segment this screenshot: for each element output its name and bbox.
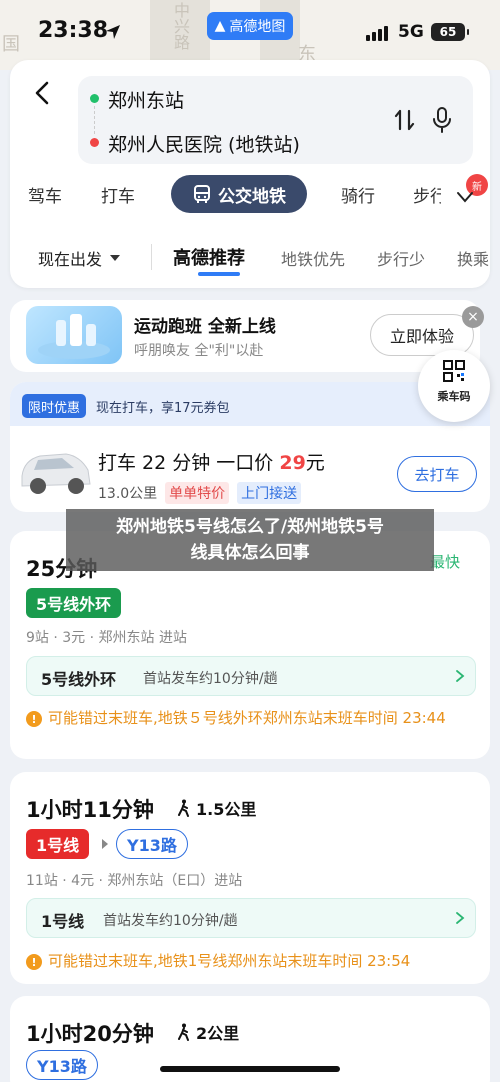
taxi-distance: 13.0公里 bbox=[98, 486, 158, 502]
ride-code-button[interactable]: 乘车码 bbox=[418, 350, 490, 422]
route-preference-tabs: 现在出发 高德推荐 地铁优先 步行少 换乘 bbox=[10, 238, 490, 278]
taxi-info: 13.0公里 单单特价 上门接送 bbox=[98, 482, 302, 504]
back-icon[interactable] bbox=[28, 78, 58, 108]
transfer-arrow-icon bbox=[102, 839, 108, 849]
promo-title: 运动跑班 全新上线 bbox=[134, 317, 276, 337]
bus-badge: Y13路 bbox=[116, 829, 188, 859]
warning-icon: ! bbox=[26, 954, 42, 970]
network-type: 5G bbox=[398, 22, 424, 42]
route-search-card: 郑州东站 郑州人民医院 (地铁站) 驾车 打车 公交地铁 骑行 步行 新 现在出… bbox=[10, 60, 490, 288]
active-tab-indicator bbox=[198, 272, 240, 276]
tab-taxi[interactable]: 打车 bbox=[101, 182, 135, 207]
route-detail-row[interactable]: 5号线外环 首站发车约10分钟/趟 bbox=[26, 656, 476, 696]
line-badge: 5号线外环 bbox=[26, 588, 122, 618]
chevron-down-icon[interactable] bbox=[456, 190, 474, 204]
detail-line-name: 5号线外环 bbox=[41, 670, 117, 689]
limited-offer-badge: 限时优惠 bbox=[22, 394, 87, 418]
swap-icon[interactable] bbox=[392, 107, 418, 133]
destination-dot-icon bbox=[90, 138, 99, 147]
route-meta: 11站 · 4元 · 郑州东站（E口）进站 bbox=[26, 873, 243, 889]
divider bbox=[151, 244, 152, 270]
taxi-price: 29 bbox=[279, 452, 306, 474]
detail-line-name: 1号线 bbox=[41, 912, 85, 931]
taxi-price-unit: 元 bbox=[305, 452, 325, 474]
chevron-right-icon bbox=[456, 912, 465, 924]
depart-label: 现在出发 bbox=[38, 250, 103, 269]
bus-icon bbox=[194, 185, 210, 203]
battery-icon: 65 bbox=[431, 23, 469, 41]
chevron-right-icon bbox=[456, 670, 465, 682]
origin-dot-icon bbox=[90, 94, 99, 103]
warning-icon: ! bbox=[26, 711, 42, 727]
app-chip-label: 高德地图 bbox=[229, 19, 286, 35]
tab-bike[interactable]: 骑行 bbox=[341, 182, 375, 207]
overlay-line-1: 郑州地铁5号线怎么了/郑州地铁5号 bbox=[116, 517, 384, 537]
bus-badge: Y13路 bbox=[26, 1050, 98, 1080]
promo-banner[interactable]: 运动跑班 全新上线 呼朋唤友 全"利"以赴 立即体验 bbox=[10, 300, 480, 372]
walk-distance-value: 2公里 bbox=[196, 1024, 240, 1043]
article-title-overlay: 郑州地铁5号线怎么了/郑州地铁5号 线具体怎么回事 bbox=[66, 509, 434, 571]
taxi-promo-text: 现在打车，享17元券包 bbox=[96, 401, 230, 416]
pickup-tag: 上门接送 bbox=[237, 482, 302, 504]
taxi-title: 打车 22 分钟 一口价 29元 bbox=[98, 448, 325, 475]
battery-level: 65 bbox=[439, 25, 457, 39]
special-price-tag: 单单特价 bbox=[165, 482, 230, 504]
walk-distance: 1.5公里 bbox=[176, 796, 256, 820]
route-duration: 1小时11分钟 bbox=[26, 798, 154, 822]
tab-less-transfer[interactable]: 换乘 bbox=[457, 246, 490, 270]
origin-field[interactable]: 郑州东站 bbox=[108, 86, 184, 113]
tab-transit-label: 公交地铁 bbox=[218, 186, 286, 207]
close-icon[interactable]: × bbox=[462, 306, 484, 328]
promo-illustration bbox=[26, 306, 122, 364]
location-arrow-icon bbox=[106, 25, 120, 39]
tab-drive[interactable]: 驾车 bbox=[28, 182, 62, 207]
tab-subway-first[interactable]: 地铁优先 bbox=[281, 246, 345, 270]
amap-logo-icon: ▲ bbox=[214, 18, 226, 34]
travel-mode-tabs: 驾车 打车 公交地铁 骑行 步行 新 bbox=[10, 172, 490, 216]
walk-distance-value: 1.5公里 bbox=[196, 800, 257, 819]
status-bar: 23:38 ▲ 高德地图 5G 65 bbox=[0, 0, 500, 62]
tab-recommended[interactable]: 高德推荐 bbox=[173, 244, 245, 270]
last-train-warning: 可能错过末班车,地铁５号线外环郑州东站末班车时间 23:44 bbox=[48, 709, 446, 727]
promo-subtitle: 呼朋唤友 全"利"以赴 bbox=[134, 343, 264, 359]
clock: 23:38 bbox=[38, 18, 109, 43]
walking-person-icon bbox=[178, 1023, 189, 1041]
route-detail-row[interactable]: 1号线 首站发车约10分钟/趟 bbox=[26, 898, 476, 938]
detail-frequency: 首站发车约10分钟/趟 bbox=[143, 671, 278, 687]
ride-code-label: 乘车码 bbox=[437, 390, 471, 403]
signal-icon bbox=[366, 26, 388, 41]
route-connector bbox=[94, 106, 95, 134]
last-train-warning: 可能错过末班车,地铁1号线郑州东站末班车时间 23:54 bbox=[48, 952, 411, 970]
route-option-card[interactable]: 1小时11分钟 1.5公里 1号线 Y13路 11站 · 4元 · 郑州东站（E… bbox=[10, 772, 490, 984]
car-icon bbox=[21, 453, 91, 494]
destination-field[interactable]: 郑州人民医院 (地铁站) bbox=[108, 130, 300, 157]
go-taxi-button[interactable]: 去打车 bbox=[397, 456, 477, 492]
tab-walk[interactable]: 步行 bbox=[413, 182, 441, 207]
route-input-box: 郑州东站 郑州人民医院 (地铁站) bbox=[78, 76, 473, 164]
app-return-chip[interactable]: ▲ 高德地图 bbox=[207, 12, 293, 40]
route-meta: 9站 · 3元 · 郑州东站 进站 bbox=[26, 630, 187, 646]
microphone-icon[interactable] bbox=[430, 106, 454, 134]
depart-time-selector[interactable]: 现在出发 bbox=[38, 246, 121, 270]
taxi-title-text: 打车 22 分钟 一口价 bbox=[98, 452, 280, 474]
overlay-line-2: 线具体怎么回事 bbox=[190, 543, 310, 563]
caret-down-icon bbox=[110, 255, 121, 261]
tab-transit[interactable]: 公交地铁 bbox=[171, 175, 307, 213]
qr-code-icon bbox=[443, 360, 465, 382]
walking-person-icon bbox=[178, 799, 189, 817]
home-indicator[interactable] bbox=[160, 1066, 340, 1072]
walk-distance: 2公里 bbox=[176, 1020, 239, 1044]
detail-frequency: 首站发车约10分钟/趟 bbox=[103, 913, 238, 929]
route-duration: 1小时20分钟 bbox=[26, 1022, 154, 1046]
tab-less-walking[interactable]: 步行少 bbox=[377, 246, 425, 270]
fastest-tag: 最快 bbox=[430, 553, 461, 571]
line-badge: 1号线 bbox=[26, 829, 90, 859]
